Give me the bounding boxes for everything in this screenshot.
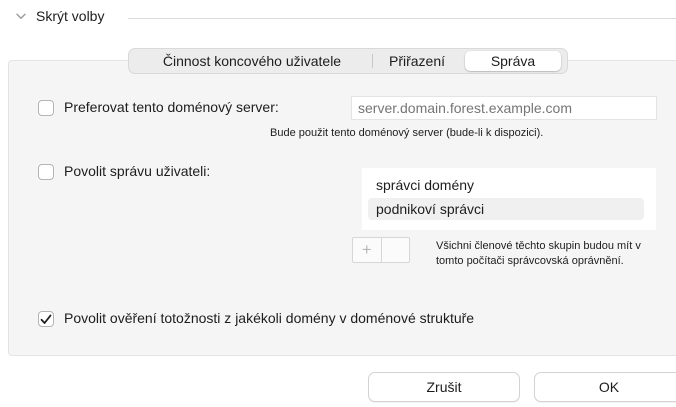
add-group-button[interactable]: + (353, 238, 381, 262)
allow-auth-label: Povolit ověření totožnosti z jakékoli do… (64, 310, 475, 326)
ok-button[interactable]: OK (534, 372, 676, 402)
options-disclosure[interactable]: Skrýt volby (14, 8, 104, 24)
admin-note: Všichni členové těchto skupin budou mít … (436, 240, 641, 267)
prefer-server-checkbox[interactable] (38, 100, 54, 116)
disclosure-label[interactable]: Skrýt volby (36, 8, 104, 24)
remove-group-button[interactable] (382, 238, 410, 262)
list-item[interactable]: správci domény (368, 174, 644, 196)
allow-admin-label: Povolit správu uživateli: (64, 163, 211, 179)
tab-bar: Činnost koncového uživatele Přiřazení Sp… (128, 48, 568, 74)
server-input[interactable] (351, 96, 657, 120)
tab-user-experience[interactable]: Činnost koncového uživatele (132, 51, 372, 71)
list-item[interactable]: podnikoví správci (368, 198, 644, 220)
add-remove-control: + (352, 237, 410, 263)
chevron-down-icon[interactable] (14, 9, 28, 23)
prefer-server-label: Preferovat tento doménový server: (64, 99, 279, 115)
tab-administrative[interactable]: Správa (465, 51, 561, 71)
tab-mappings[interactable]: Přiřazení (373, 51, 461, 71)
admin-groups-list[interactable]: správci domény podnikoví správci (362, 168, 656, 230)
server-hint: Bude použit tento doménový server (bude-… (270, 127, 544, 139)
disclosure-divider (128, 18, 676, 19)
cancel-button[interactable]: Zrušit (368, 372, 520, 402)
allow-auth-checkbox[interactable] (38, 311, 54, 327)
allow-admin-checkbox[interactable] (38, 164, 54, 180)
checkmark-icon (40, 314, 52, 324)
